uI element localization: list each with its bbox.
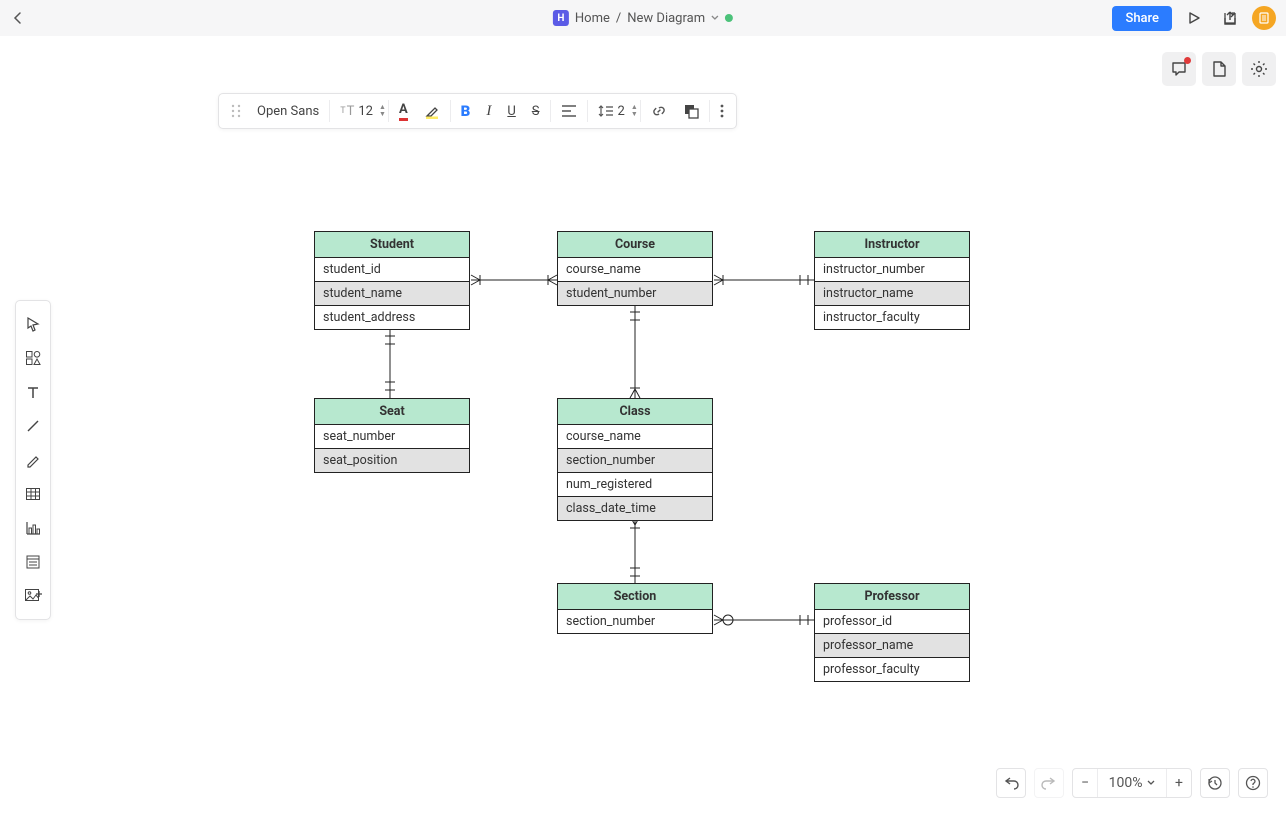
pen-tool[interactable]: [16, 443, 50, 477]
entity-field[interactable]: student_address: [315, 306, 469, 329]
entity-field[interactable]: section_number: [558, 449, 712, 473]
share-button[interactable]: Share: [1112, 6, 1172, 31]
redo-button[interactable]: [1034, 768, 1064, 798]
chart-tool[interactable]: [16, 511, 50, 545]
entity-title: Seat: [315, 399, 469, 425]
help-button[interactable]: [1238, 768, 1268, 798]
undo-button[interactable]: [996, 768, 1026, 798]
present-button[interactable]: [1180, 4, 1208, 32]
avatar[interactable]: [1252, 6, 1276, 30]
entity-field[interactable]: instructor_number: [815, 258, 969, 282]
entity-field[interactable]: instructor_faculty: [815, 306, 969, 329]
chevron-down-icon: [1147, 780, 1155, 786]
text-tool[interactable]: [16, 375, 50, 409]
settings-button[interactable]: [1242, 52, 1276, 86]
zoom-in-button[interactable]: +: [1167, 769, 1191, 797]
breadcrumb-separator: /: [616, 11, 621, 26]
app-badge: H: [553, 10, 569, 26]
font-size-down[interactable]: ▼: [379, 111, 386, 118]
weight-down[interactable]: ▼: [631, 111, 638, 118]
strike-button[interactable]: S: [524, 94, 548, 128]
entity-course[interactable]: Course course_name student_number: [557, 231, 713, 306]
entity-professor[interactable]: Professor professor_id professor_name pr…: [814, 583, 970, 682]
history-button[interactable]: [1200, 768, 1230, 798]
page-button[interactable]: [1202, 52, 1236, 86]
zoom-level-display[interactable]: 100%: [1097, 769, 1167, 797]
highlight-button[interactable]: [416, 94, 448, 128]
chevron-down-icon[interactable]: [711, 13, 719, 24]
drag-handle-icon[interactable]: [223, 94, 249, 128]
breadcrumb-document-name[interactable]: New Diagram: [627, 11, 705, 26]
entity-field[interactable]: professor_name: [815, 634, 969, 658]
entity-field[interactable]: instructor_name: [815, 282, 969, 306]
back-button[interactable]: [0, 0, 36, 36]
entity-field[interactable]: professor_faculty: [815, 658, 969, 681]
frame-tool[interactable]: [16, 545, 50, 579]
entity-field[interactable]: course_name: [558, 425, 712, 449]
entity-field[interactable]: student_name: [315, 282, 469, 306]
entity-title: Course: [558, 232, 712, 258]
entity-field[interactable]: section_number: [558, 610, 712, 633]
entity-field[interactable]: professor_id: [815, 610, 969, 634]
entity-field[interactable]: course_name: [558, 258, 712, 282]
line-spacing-icon: [590, 94, 616, 128]
select-tool[interactable]: [16, 307, 50, 341]
image-tool[interactable]: [16, 579, 50, 613]
italic-button[interactable]: I: [478, 94, 499, 128]
layer-button[interactable]: [675, 94, 707, 128]
entity-title: Student: [315, 232, 469, 258]
entity-title: Section: [558, 584, 712, 610]
entity-title: Professor: [815, 584, 969, 610]
shapes-tool[interactable]: [16, 341, 50, 375]
bold-button[interactable]: B: [453, 94, 479, 128]
link-button[interactable]: [643, 94, 675, 128]
more-menu-button[interactable]: [712, 94, 732, 128]
font-family-select[interactable]: Open Sans: [249, 94, 327, 128]
breadcrumb: H Home / New Diagram: [553, 10, 733, 26]
align-button[interactable]: [553, 94, 585, 128]
entity-field[interactable]: seat_number: [315, 425, 469, 449]
underline-button[interactable]: U: [499, 94, 523, 128]
sync-status-icon: [725, 14, 733, 22]
entity-section[interactable]: Section section_number: [557, 583, 713, 634]
zoom-out-button[interactable]: −: [1073, 769, 1097, 797]
entity-field[interactable]: student_number: [558, 282, 712, 305]
font-size-icon: TT: [332, 94, 356, 128]
font-size-field[interactable]: 12: [356, 94, 375, 128]
entity-field[interactable]: student_id: [315, 258, 469, 282]
canvas[interactable]: Student student_id student_name student_…: [0, 36, 1286, 816]
zoom-value: 100%: [1109, 775, 1143, 791]
entity-student[interactable]: Student student_id student_name student_…: [314, 231, 470, 330]
text-color-button[interactable]: A: [391, 94, 416, 128]
table-tool[interactable]: [16, 477, 50, 511]
line-weight-field[interactable]: 2: [616, 94, 627, 128]
left-toolbar: [15, 300, 51, 620]
entity-field[interactable]: class_date_time: [558, 497, 712, 520]
entity-field[interactable]: num_registered: [558, 473, 712, 497]
export-button[interactable]: [1216, 4, 1244, 32]
breadcrumb-home[interactable]: Home: [575, 11, 610, 26]
entity-instructor[interactable]: Instructor instructor_number instructor_…: [814, 231, 970, 330]
entity-title: Class: [558, 399, 712, 425]
format-toolbar: Open Sans TT 12 ▲ ▼ A B I U S 2 ▲ ▼: [218, 93, 737, 129]
entity-class[interactable]: Class course_name section_number num_reg…: [557, 398, 713, 521]
entity-seat[interactable]: Seat seat_number seat_position: [314, 398, 470, 473]
line-tool[interactable]: [16, 409, 50, 443]
entity-field[interactable]: seat_position: [315, 449, 469, 472]
notification-dot: [1184, 57, 1191, 64]
entity-title: Instructor: [815, 232, 969, 258]
comments-button[interactable]: [1162, 52, 1196, 86]
